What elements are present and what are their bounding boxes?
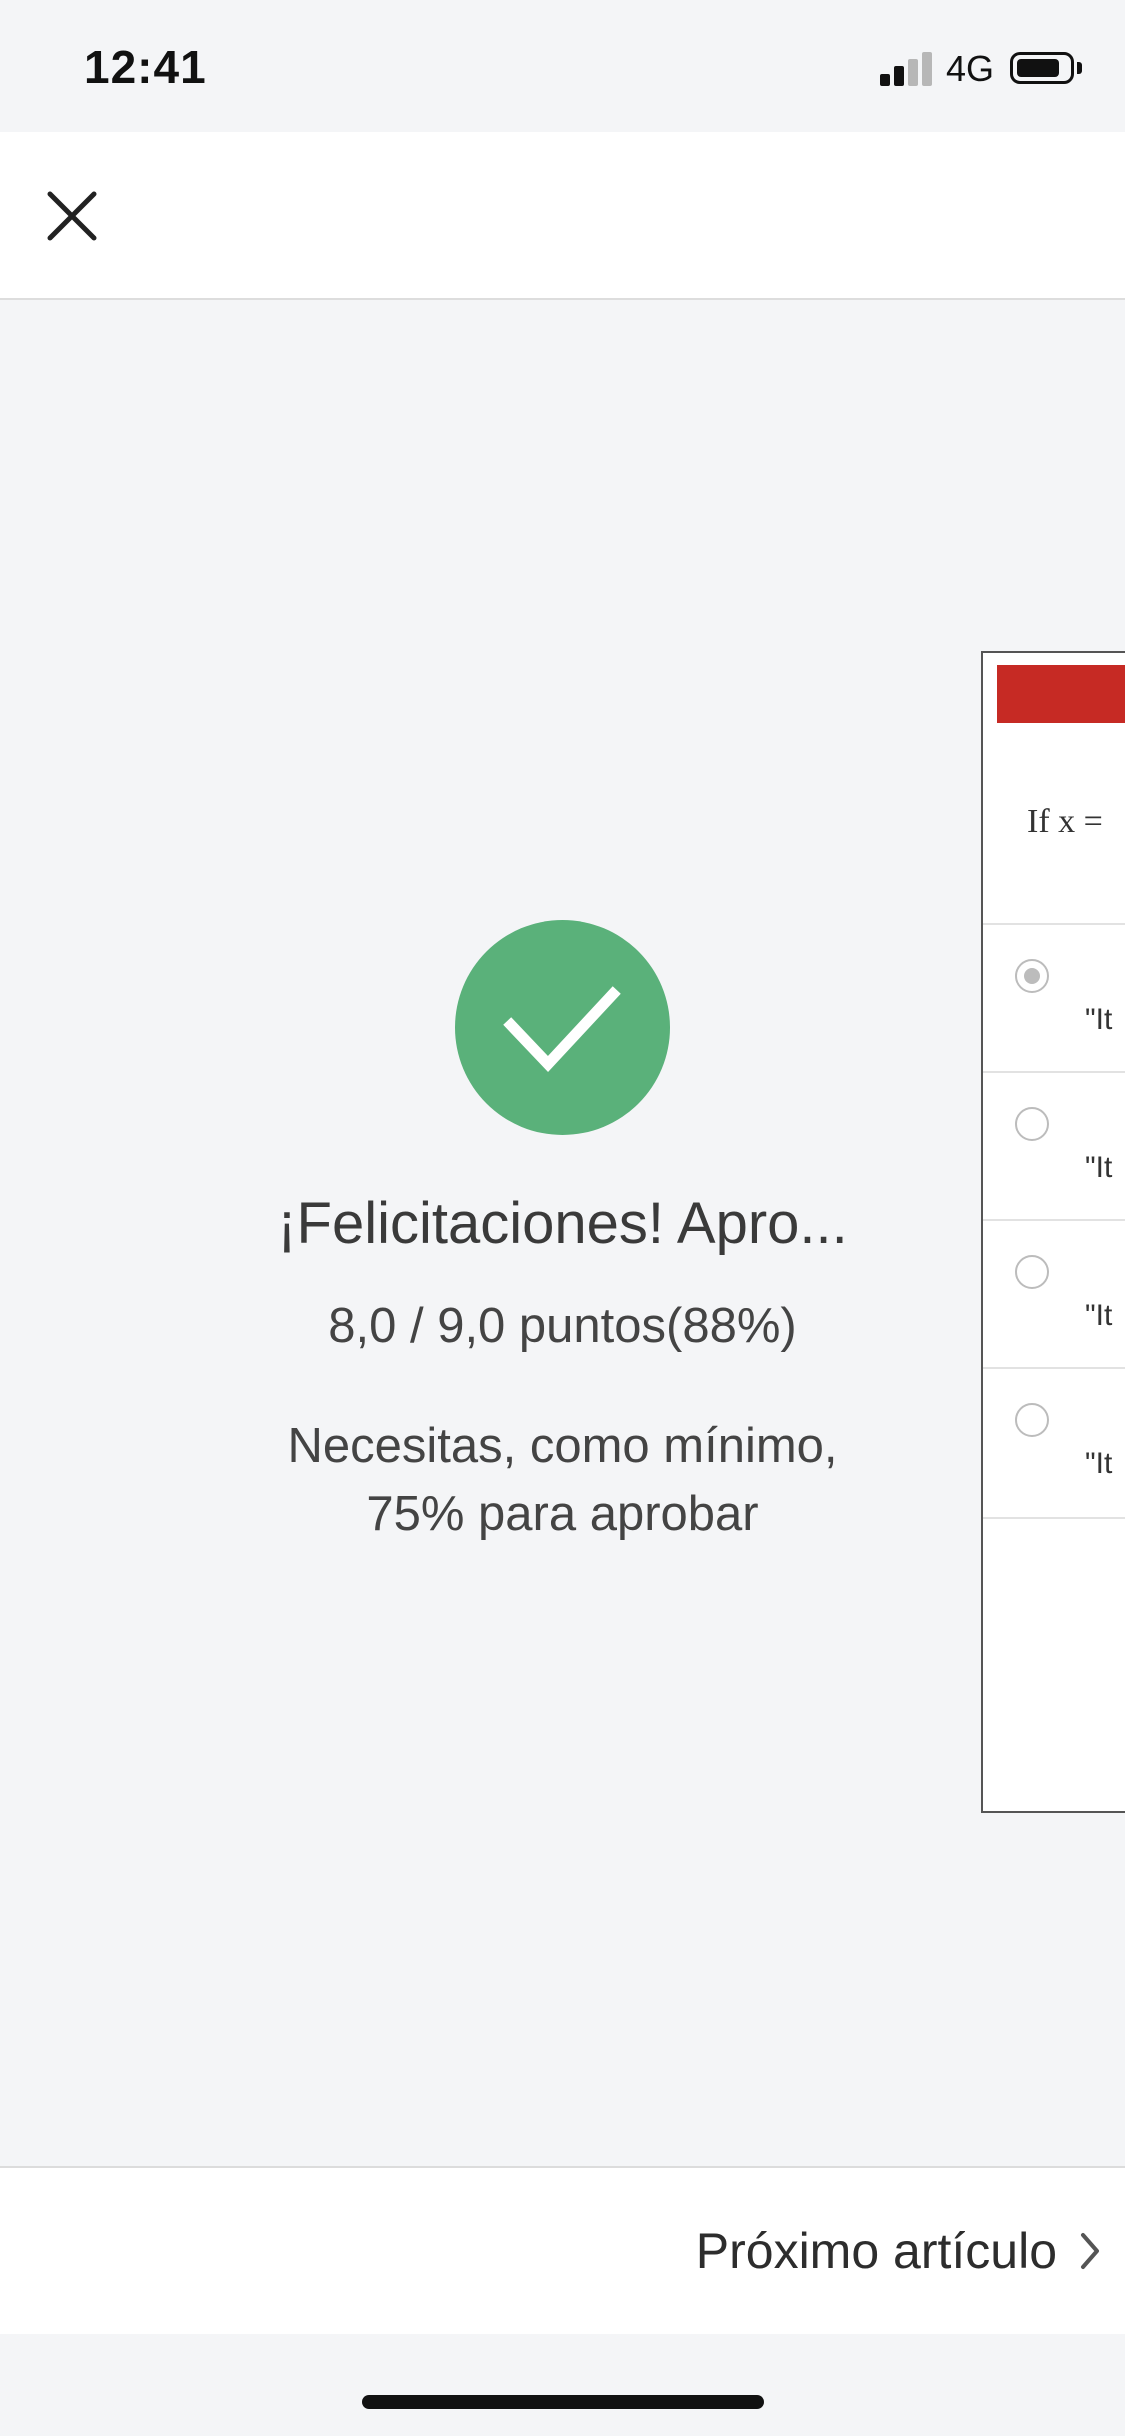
divider bbox=[983, 1517, 1125, 1519]
next-question-card[interactable]: If x = "It "It "It "It bbox=[981, 651, 1125, 1813]
pass-requirement-line-2: 75% para aprobar bbox=[366, 1487, 759, 1541]
radio-button-selected[interactable] bbox=[1015, 959, 1049, 993]
radio-button[interactable] bbox=[1015, 1403, 1049, 1437]
answer-option[interactable]: "It bbox=[983, 1071, 1125, 1221]
answer-option-text: "It bbox=[1085, 1003, 1113, 1036]
checkmark-icon bbox=[503, 986, 621, 1073]
result-score: 8,0 / 9,0 puntos(88%) bbox=[328, 1299, 797, 1353]
question-text: If x = bbox=[1027, 803, 1103, 840]
answer-option[interactable]: "It bbox=[983, 1219, 1125, 1369]
pass-requirement: Necesitas, como mínimo, 75% para aprobar bbox=[200, 1412, 925, 1548]
battery-cap bbox=[1077, 62, 1082, 74]
close-icon bbox=[47, 191, 97, 241]
answer-option-text: "It bbox=[1085, 1151, 1113, 1184]
answer-option-text: "It bbox=[1085, 1447, 1113, 1480]
answer-option[interactable]: "It bbox=[983, 1367, 1125, 1517]
result-title: ¡Felicitaciones! Apro... bbox=[277, 1191, 848, 1256]
radio-button[interactable] bbox=[1015, 1255, 1049, 1289]
success-badge bbox=[455, 920, 670, 1135]
signal-icon bbox=[880, 52, 934, 86]
answer-option-text: "It bbox=[1085, 1299, 1113, 1332]
status-time: 12:41 bbox=[84, 41, 207, 93]
close-button[interactable] bbox=[36, 176, 108, 256]
answer-option[interactable]: "It bbox=[983, 923, 1125, 1073]
pass-requirement-line-1: Necesitas, como mínimo, bbox=[287, 1419, 838, 1473]
status-bar: 12:41 4G bbox=[0, 0, 1125, 132]
card-header-bar bbox=[997, 665, 1125, 723]
header-bar bbox=[0, 132, 1125, 300]
chevron-right-icon bbox=[1081, 2233, 1099, 2269]
home-indicator[interactable] bbox=[362, 2395, 764, 2409]
next-item-label: Próximo artículo bbox=[695, 2223, 1057, 2279]
next-item-button[interactable]: Próximo artículo bbox=[696, 2222, 1101, 2280]
radio-button[interactable] bbox=[1015, 1107, 1049, 1141]
footer-bar: Próximo artículo bbox=[0, 2166, 1125, 2334]
network-type: 4G bbox=[946, 48, 995, 89]
battery-icon bbox=[1010, 52, 1074, 84]
